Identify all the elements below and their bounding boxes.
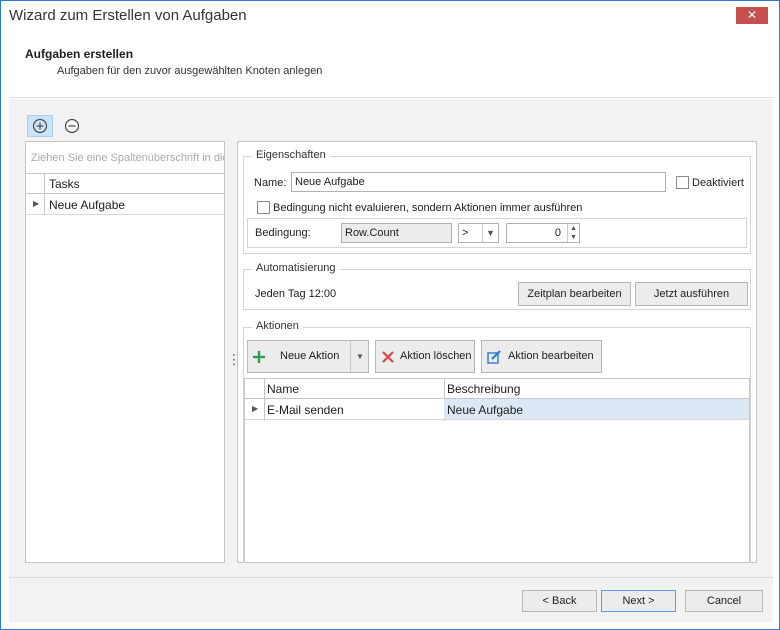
task-name-cell[interactable]: Neue Aufgabe: [49, 198, 125, 212]
next-button[interactable]: Next >: [601, 590, 676, 612]
cancel-button[interactable]: Cancel: [685, 590, 763, 612]
condition-field[interactable]: Row.Count: [341, 223, 452, 243]
edit-action-button[interactable]: Aktion bearbeiten: [481, 340, 602, 373]
edit-action-label: Aktion bearbeiten: [508, 350, 594, 362]
run-now-button[interactable]: Jetzt ausführen: [635, 282, 748, 306]
chevron-down-icon[interactable]: ▼: [482, 224, 498, 242]
name-column-header[interactable]: Name: [267, 382, 299, 396]
condition-value: 0: [554, 227, 561, 239]
edit-schedule-button[interactable]: Zeitplan bearbeiten: [518, 282, 631, 306]
group-by-panel[interactable]: Ziehen Sie eine Spaltenüberschrift in di…: [26, 142, 224, 174]
actions-grid: Name Beschreibung ▶ E-Mail senden Neue A…: [244, 378, 750, 563]
new-action-label: Neue Aktion: [280, 350, 340, 362]
condition-value-stepper[interactable]: 0 ▲ ▼: [506, 223, 580, 243]
tasks-column-header[interactable]: Tasks: [49, 177, 80, 191]
delete-action-button[interactable]: Aktion löschen: [375, 340, 475, 373]
plus-circle-icon: [32, 118, 48, 134]
action-name-cell[interactable]: E-Mail senden: [267, 403, 344, 417]
add-task-button[interactable]: [27, 115, 53, 137]
schedule-text: Jeden Tag 12:00: [255, 288, 337, 300]
row-indicator-arrow-icon: ▶: [252, 404, 259, 413]
delete-action-label: Aktion löschen: [400, 350, 472, 362]
table-row[interactable]: ▶ Neue Aufgabe: [26, 194, 224, 215]
edit-pencil-icon: [487, 350, 501, 364]
skip-condition-checkbox[interactable]: [257, 201, 270, 214]
operator-dropdown[interactable]: > ▼: [458, 223, 499, 243]
operator-value: >: [462, 227, 469, 239]
delete-x-icon: [382, 351, 394, 363]
actions-legend: Aktionen: [252, 320, 303, 332]
condition-label: Bedingung:: [255, 227, 311, 239]
deactivated-checkbox[interactable]: [676, 176, 689, 189]
window-title: Wizard zum Erstellen von Aufgaben: [9, 7, 247, 24]
properties-legend: Eigenschaften: [252, 149, 330, 161]
name-label: Name:: [254, 177, 287, 189]
wizard-window: Wizard zum Erstellen von Aufgaben ✕ Aufg…: [0, 0, 780, 630]
skip-condition-label: Bedingung nicht evaluieren, sondern Akti…: [273, 202, 583, 214]
spin-arrows-icon[interactable]: ▲ ▼: [567, 224, 579, 242]
action-description-cell[interactable]: Neue Aufgabe: [447, 403, 523, 417]
close-icon: ✕: [746, 8, 758, 22]
row-indicator-header: [26, 174, 45, 194]
task-grid-header: Tasks: [26, 174, 224, 194]
wizard-header: Aufgaben erstellen Aufgaben für den zuvo…: [9, 32, 773, 98]
new-action-split-button[interactable]: Neue Aktion ▼: [247, 340, 369, 373]
task-grid: Ziehen Sie eine Spaltenüberschrift in di…: [25, 141, 225, 563]
page-title: Aufgaben erstellen: [25, 47, 134, 61]
deactivated-label: Deaktiviert: [692, 177, 744, 189]
automation-legend: Automatisierung: [252, 262, 340, 274]
title-bar: Wizard zum Erstellen von Aufgaben ✕: [1, 1, 779, 32]
back-button[interactable]: < Back: [522, 590, 597, 612]
name-field[interactable]: Neue Aufgabe: [291, 172, 666, 192]
chevron-down-icon[interactable]: ▼: [350, 341, 369, 372]
actions-grid-header: Name Beschreibung: [245, 379, 749, 399]
close-button[interactable]: ✕: [736, 7, 768, 24]
description-column-header[interactable]: Beschreibung: [447, 382, 520, 396]
plus-icon: [253, 351, 265, 363]
remove-task-button[interactable]: [59, 115, 85, 137]
table-row[interactable]: ▶ E-Mail senden Neue Aufgabe: [245, 399, 749, 420]
page-subtitle: Aufgaben für den zuvor ausgewählten Knot…: [57, 65, 323, 77]
minus-circle-icon: [64, 118, 80, 134]
row-indicator-arrow-icon: ▶: [26, 194, 45, 215]
